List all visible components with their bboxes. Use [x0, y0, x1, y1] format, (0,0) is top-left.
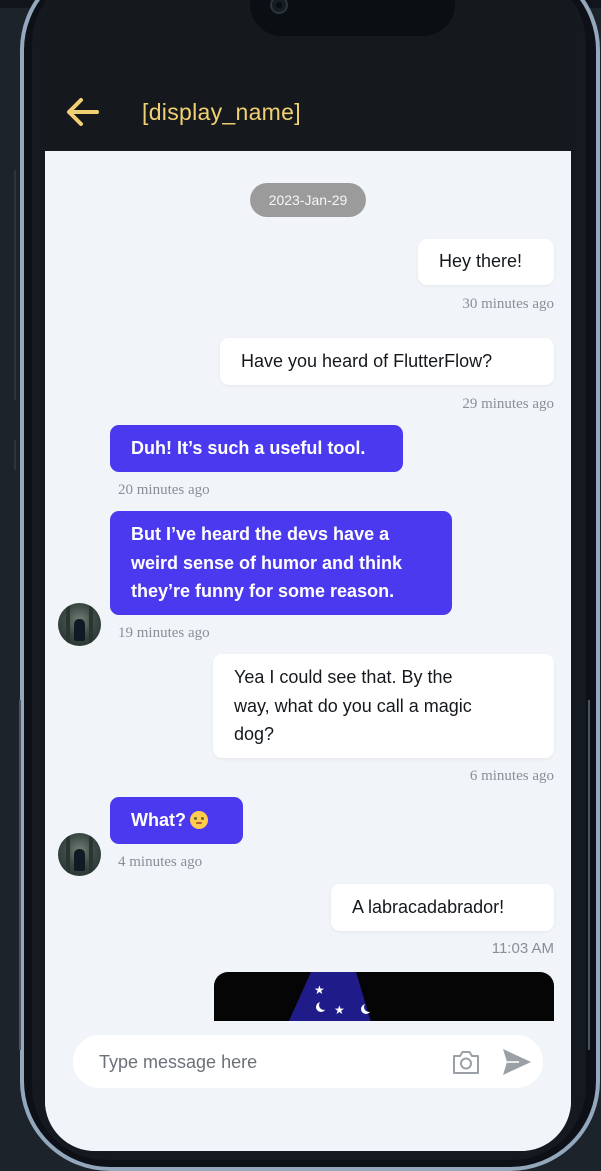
message-bubble[interactable]: Have you heard of FlutterFlow?: [220, 338, 554, 385]
message-timestamp: 20 minutes ago: [118, 482, 210, 498]
message-bubble[interactable]: What?: [110, 797, 243, 844]
avatar[interactable]: [58, 603, 101, 646]
composer-bar: [45, 1021, 571, 1151]
moon-decoration: [364, 1002, 374, 1012]
message-timestamp: 29 minutes ago: [462, 396, 554, 412]
message-bubble[interactable]: But I’ve heard the devs have a weird sen…: [110, 511, 452, 615]
avatar-photo-detail: [66, 833, 70, 876]
star-decoration: ★: [314, 983, 325, 997]
message-timestamp: 4 minutes ago: [118, 854, 203, 870]
avatar-photo-detail: [74, 849, 85, 871]
avatar[interactable]: [58, 833, 101, 876]
camera-icon[interactable]: [451, 1048, 481, 1076]
arrow-back-icon[interactable]: [63, 96, 103, 128]
phone-side-button: [588, 700, 590, 1050]
background-line: [14, 440, 16, 470]
face-with-raised-eyebrow-emoji: [189, 811, 208, 829]
message-text: dog?: [234, 724, 275, 744]
message-bubble[interactable]: Duh! It’s such a useful tool.: [110, 425, 403, 472]
background-line: [14, 170, 16, 400]
chat-screen: [display_name] 2023-Jan-29 Hey there! 30…: [45, 0, 571, 1151]
message-timestamp: 30 minutes ago: [462, 296, 554, 312]
message-bubble[interactable]: Yea I could see that. By the way, what d…: [213, 654, 554, 758]
message-text: way, what do you call a magic: [234, 695, 472, 716]
message-text: Duh! It’s such a useful tool.: [131, 438, 366, 458]
message-text: A labracadabrador!: [352, 897, 505, 917]
message-text: Hey there!: [439, 251, 523, 271]
avatar-photo-detail: [89, 833, 93, 876]
avatar-photo-detail: [89, 603, 93, 646]
avatar-photo-detail: [74, 619, 85, 641]
message-text: What?: [131, 810, 186, 830]
message-timestamp: 19 minutes ago: [118, 625, 210, 641]
message-text: weird sense of humor and think: [131, 552, 403, 573]
message-input[interactable]: [97, 1035, 441, 1090]
message-bubble[interactable]: Hey there!: [418, 239, 554, 285]
page-title: [display_name]: [142, 99, 301, 125]
star-decoration: ★: [334, 1003, 345, 1017]
message-text: But I’ve heard the devs have a: [131, 524, 390, 544]
date-chip: 2023-Jan-29: [250, 183, 366, 217]
phone-side-button: [19, 700, 21, 1050]
send-icon[interactable]: [501, 1047, 533, 1077]
message-text: Have you heard of FlutterFlow?: [241, 351, 493, 371]
message-bubble[interactable]: A labracadabrador!: [331, 884, 554, 931]
message-text: Yea I could see that. By the: [234, 667, 453, 687]
message-timestamp: 6 minutes ago: [469, 768, 554, 784]
avatar-photo-detail: [66, 603, 70, 646]
message-input-container: [73, 1035, 543, 1090]
message-timestamp: 11:03 AM: [491, 940, 554, 957]
message-text: they’re funny for some reason.: [131, 581, 395, 601]
moon-decoration: [319, 1000, 329, 1010]
